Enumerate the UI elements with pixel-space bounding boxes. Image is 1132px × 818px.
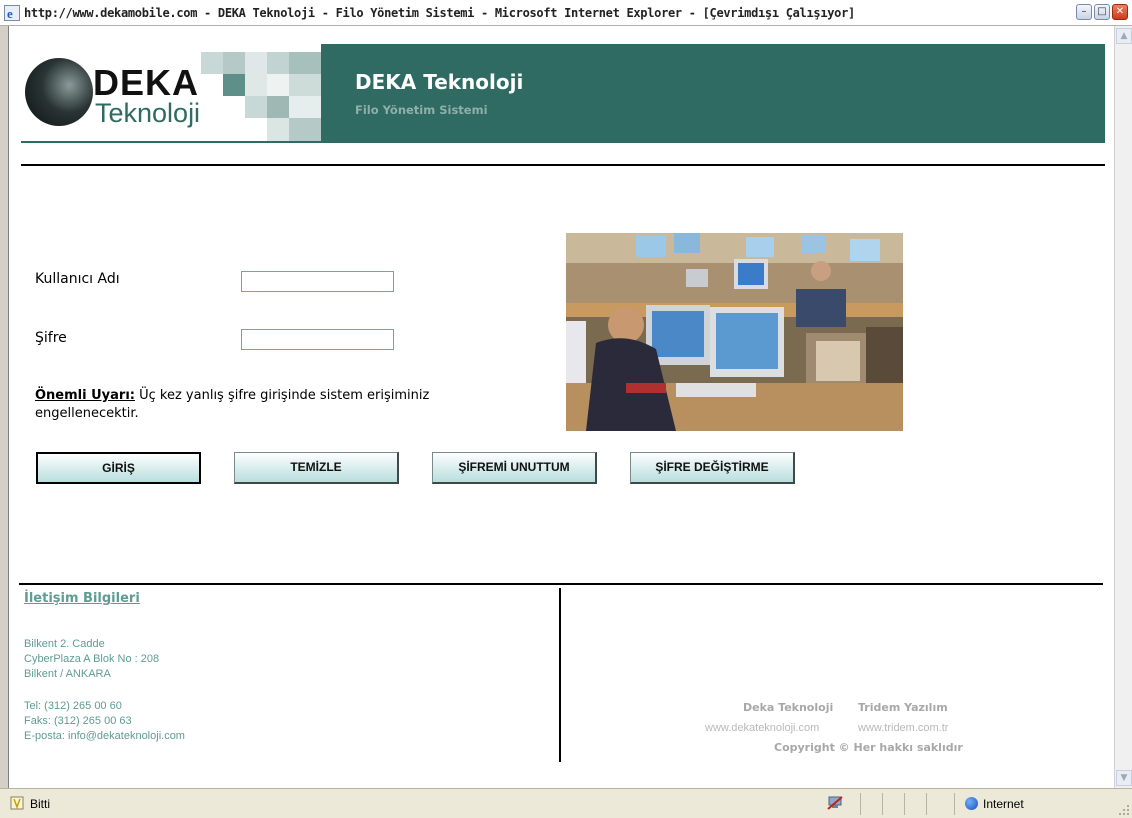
logo-tile <box>267 96 289 118</box>
credit-deka-url[interactable]: www.dekateknoloji.com <box>705 722 819 734</box>
window-controls: – □ ✕ <box>1076 4 1128 20</box>
top-divider <box>21 164 1105 166</box>
credit-deka-name: Deka Teknoloji <box>743 701 834 714</box>
address-line: CyberPlaza A Blok No : 208 <box>24 653 160 665</box>
contact-info-link[interactable]: İletişim Bilgileri <box>24 591 140 606</box>
header-subtitle: Filo Yönetim Sistemi <box>355 103 488 117</box>
title-bar[interactable]: e http://www.dekamobile.com - DEKA Tekno… <box>0 0 1132 26</box>
logo-tile <box>289 74 321 96</box>
site-header: DEKA Teknoloji DEKA Teknoloji Filo Yönet… <box>21 44 1105 143</box>
credit-tridem-url[interactable]: www.tridem.com.tr <box>858 722 948 734</box>
offline-network-icon <box>827 796 843 810</box>
svg-text:e: e <box>7 6 13 21</box>
fax-text: Faks: (312) 265 00 63 <box>24 715 132 727</box>
control-room-photo <box>566 233 903 431</box>
address-line: Bilkent / ANKARA <box>24 668 111 680</box>
header-title: DEKA Teknoloji <box>355 70 524 94</box>
logo-tile <box>223 74 245 96</box>
status-separator <box>954 793 955 815</box>
footer-vertical-divider <box>559 588 561 762</box>
password-label: Şifre <box>35 330 67 346</box>
email-text: E-posta: info@dekateknoloji.com <box>24 730 185 742</box>
page-done-icon <box>10 796 24 810</box>
logo-teknoloji-text: Teknoloji <box>95 98 201 128</box>
logo-tile <box>201 52 223 74</box>
footer-divider <box>19 583 1103 585</box>
address-line: Bilkent 2. Cadde <box>24 638 105 650</box>
logo-tile <box>223 52 245 74</box>
status-separator <box>926 793 927 815</box>
password-input[interactable] <box>241 329 394 350</box>
credit-tridem-name: Tridem Yazılım <box>858 701 948 714</box>
maximize-button[interactable]: □ <box>1094 4 1110 20</box>
logo-tile <box>267 74 289 96</box>
control-room-image <box>566 233 903 431</box>
logo-tile <box>289 96 321 118</box>
status-separator <box>860 793 861 815</box>
logo-tile <box>245 74 267 96</box>
forgot-password-button[interactable]: ŞİFREMİ UNUTTUM <box>432 452 597 484</box>
logo-disc <box>25 58 93 126</box>
logo-underline <box>21 141 321 143</box>
phone-text: Tel: (312) 265 00 60 <box>24 700 122 712</box>
minimize-button[interactable]: – <box>1076 4 1092 20</box>
clear-button[interactable]: TEMİZLE <box>234 452 399 484</box>
logo-tile <box>245 96 267 118</box>
status-separator <box>882 793 883 815</box>
warning-message: Önemli Uyarı: Üç kez yanlış şifre girişi… <box>35 387 465 423</box>
warning-title: Önemli Uyarı: <box>35 388 135 403</box>
status-text: Bitti <box>30 797 51 811</box>
close-button[interactable]: ✕ <box>1112 4 1128 20</box>
change-password-button[interactable]: ŞİFRE DEĞİŞTİRME <box>630 452 795 484</box>
scroll-up-arrow-icon[interactable]: ▲ <box>1116 28 1132 44</box>
browser-window: e http://www.dekamobile.com - DEKA Tekno… <box>0 0 1132 818</box>
scroll-down-arrow-icon[interactable]: ▼ <box>1116 770 1132 786</box>
status-separator <box>904 793 905 815</box>
page-content: DEKA Teknoloji DEKA Teknoloji Filo Yönet… <box>8 26 1114 788</box>
window-title: http://www.dekamobile.com - DEKA Teknolo… <box>24 5 855 20</box>
status-bar: Bitti Internet <box>0 788 1132 818</box>
security-zone-text: Internet <box>983 797 1024 811</box>
ie-icon: e <box>4 4 20 21</box>
logo-tile <box>245 52 267 74</box>
copyright-text: Copyright © Her hakkı saklıdır <box>774 741 963 754</box>
logo-tile <box>267 118 289 141</box>
resize-grip-icon[interactable] <box>1118 804 1130 816</box>
internet-zone-icon <box>965 797 978 810</box>
logo: DEKA Teknoloji <box>21 44 321 143</box>
logo-tile <box>289 52 321 74</box>
logo-tile <box>267 52 289 74</box>
logo-tile <box>289 118 321 141</box>
username-label: Kullanıcı Adı <box>35 271 120 287</box>
vertical-scrollbar[interactable]: ▲ ▼ <box>1114 26 1132 788</box>
login-button[interactable]: GİRİŞ <box>36 452 201 484</box>
username-input[interactable] <box>241 271 394 292</box>
